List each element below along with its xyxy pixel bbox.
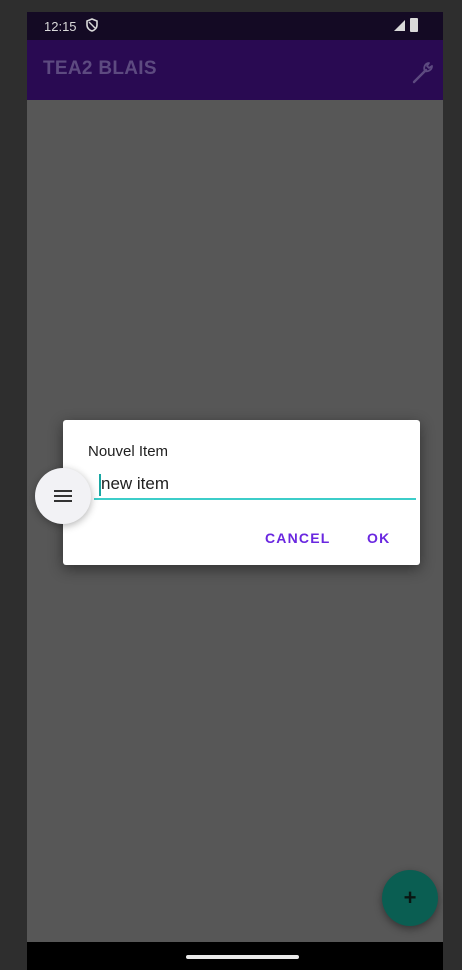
shield-icon (86, 18, 98, 32)
navigation-bar (27, 942, 443, 970)
app-title: TEA2 BLAIS (43, 58, 157, 79)
dialog-title: Nouvel Item (88, 443, 169, 460)
floating-menu-button[interactable] (35, 468, 91, 524)
home-gesture-handle[interactable] (186, 955, 299, 959)
hamburger-menu-icon (54, 490, 72, 502)
ok-button[interactable]: OK (367, 530, 390, 546)
status-bar: 12:15 (27, 12, 443, 40)
new-item-dialog: Nouvel Item CANCEL OK (63, 420, 420, 565)
status-time: 12:15 (44, 19, 77, 34)
app-bar: TEA2 BLAIS (27, 40, 443, 100)
plus-icon: + (403, 885, 417, 910)
cancel-button[interactable]: CANCEL (265, 530, 331, 546)
phone-screen: 12:15 TEA2 BLAIS Nouvel Item CANCEL OK (27, 12, 443, 970)
item-name-input[interactable] (94, 470, 416, 500)
signal-icon (394, 20, 405, 31)
battery-icon (410, 18, 418, 32)
add-item-fab[interactable]: + (382, 870, 438, 926)
wrench-icon[interactable] (411, 59, 437, 85)
text-cursor (99, 474, 101, 496)
screen-frame: 12:15 TEA2 BLAIS Nouvel Item CANCEL OK (0, 0, 462, 970)
